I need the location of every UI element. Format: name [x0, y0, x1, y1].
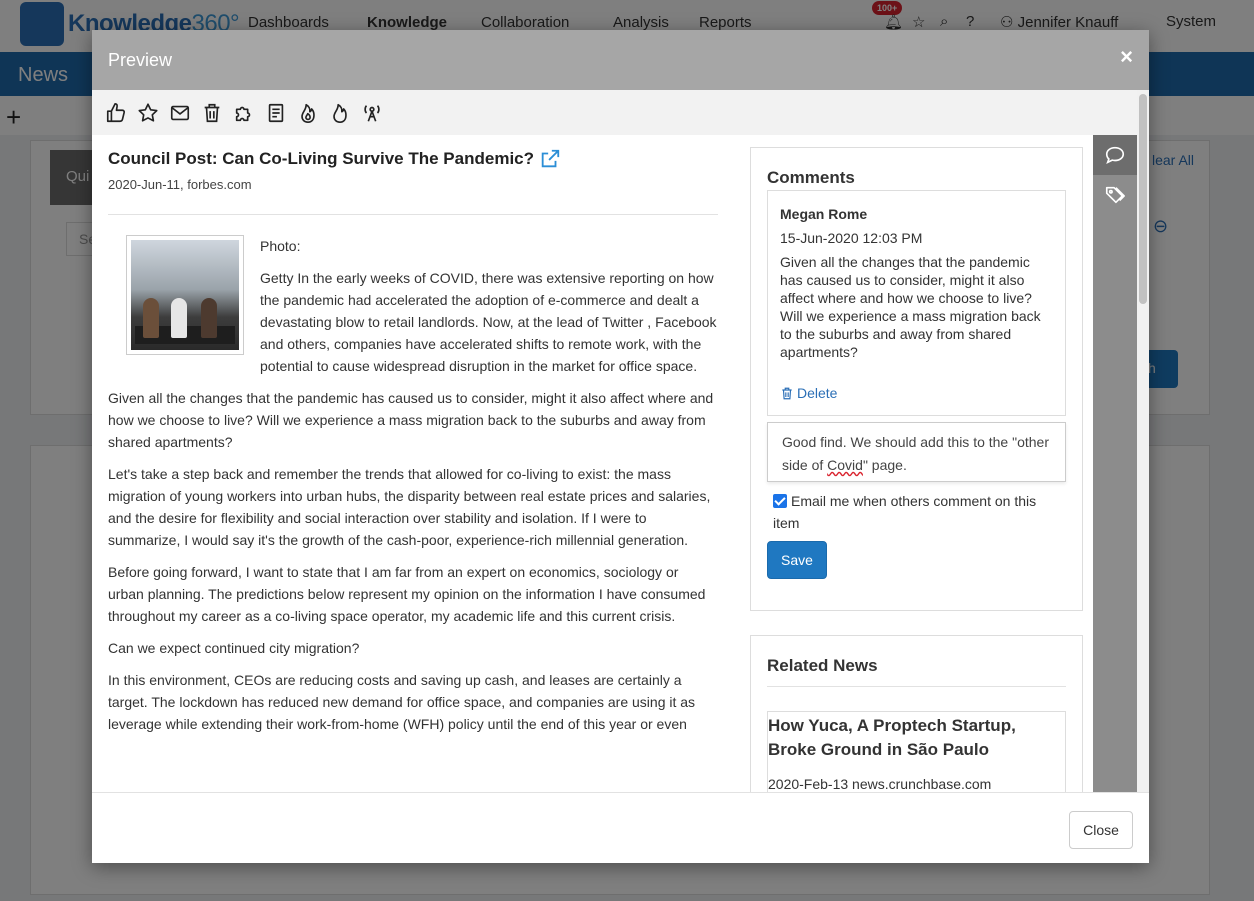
scrollbar-thumb[interactable]	[1139, 94, 1147, 304]
related-news-panel: Related News How Yuca, A Proptech Startu…	[750, 635, 1083, 795]
close-button[interactable]: Close	[1069, 811, 1133, 849]
delete-label: Delete	[797, 385, 838, 401]
misspelled-word: Covid	[827, 457, 863, 473]
modal-header: Preview ×	[92, 30, 1149, 90]
article-paragraph: Can we expect continued city migration?	[108, 640, 360, 656]
modal-title: Preview	[108, 50, 173, 70]
related-news-item[interactable]: How Yuca, A Proptech Startup, Broke Grou…	[767, 711, 1066, 794]
tags-tab[interactable]	[1093, 175, 1137, 215]
preview-modal: Preview × Council Post: Can Co-Living Su…	[92, 30, 1149, 863]
document-icon[interactable]	[260, 98, 292, 128]
comment-input-text: Good find. We should add this to the "ot…	[782, 434, 1049, 473]
new-comment-textarea[interactable]: Good find. We should add this to the "ot…	[767, 422, 1066, 482]
article-paragraph: In this environment, CEOs are reducing c…	[108, 672, 696, 732]
action-toolbar	[92, 90, 1137, 135]
article-content: Council Post: Can Co-Living Survive The …	[108, 148, 718, 745]
comment-item: Megan Rome 15-Jun-2020 12:03 PM Given al…	[767, 190, 1066, 416]
close-icon[interactable]: ×	[1120, 44, 1133, 70]
mail-icon[interactable]	[164, 98, 196, 128]
delete-comment-button[interactable]: Delete	[780, 384, 837, 402]
comment-bubble-icon	[1105, 146, 1125, 164]
external-link-icon[interactable]	[539, 148, 561, 170]
photo-image	[131, 240, 239, 350]
article-paragraph: Before going forward, I want to state th…	[108, 564, 706, 624]
comment-input-text-end: " page.	[862, 457, 907, 473]
star-icon[interactable]	[132, 98, 164, 128]
article-title: Council Post: Can Co-Living Survive The …	[108, 148, 718, 170]
comments-tab[interactable]	[1093, 135, 1137, 175]
comments-panel: Comments Megan Rome 15-Jun-2020 12:03 PM…	[750, 147, 1083, 611]
fire-icon[interactable]	[292, 98, 324, 128]
article-photo	[126, 235, 244, 355]
comments-heading: Comments	[767, 168, 855, 187]
tags-icon	[1105, 186, 1125, 204]
comment-date: 15-Jun-2020 12:03 PM	[780, 230, 923, 246]
comment-author: Megan Rome	[780, 206, 868, 222]
related-divider	[767, 686, 1066, 687]
trash-icon	[782, 387, 792, 399]
modal-scrollbar[interactable]	[1137, 90, 1149, 792]
email-notify-checkbox[interactable]	[773, 494, 787, 508]
article-paragraph: Let's take a step back and remember the …	[108, 466, 711, 548]
modal-footer: Close	[92, 792, 1149, 863]
comment-text: Given all the changes that the pandemic …	[780, 254, 1041, 360]
article-divider	[108, 214, 718, 215]
related-news-heading: Related News	[767, 656, 878, 675]
article-paragraph: Given all the changes that the pandemic …	[108, 390, 714, 450]
save-comment-button[interactable]: Save	[767, 541, 827, 579]
related-news-meta: 2020-Feb-13 news.crunchbase.com	[768, 776, 992, 792]
email-notify-label[interactable]: Email me when others comment on this ite…	[773, 493, 1036, 531]
broadcast-icon[interactable]	[356, 98, 388, 128]
article-title-text[interactable]: Council Post: Can Co-Living Survive The …	[108, 148, 534, 170]
trash-icon[interactable]	[196, 98, 228, 128]
email-notify-option: Email me when others comment on this ite…	[773, 490, 1063, 534]
related-news-title[interactable]: How Yuca, A Proptech Startup, Broke Grou…	[768, 714, 1065, 762]
like-icon[interactable]	[100, 98, 132, 128]
fire-outline-icon[interactable]	[324, 98, 356, 128]
side-tab-bar	[1093, 135, 1137, 792]
article-meta: 2020-Jun-11, forbes.com	[108, 177, 252, 192]
puzzle-icon[interactable]	[228, 98, 260, 128]
